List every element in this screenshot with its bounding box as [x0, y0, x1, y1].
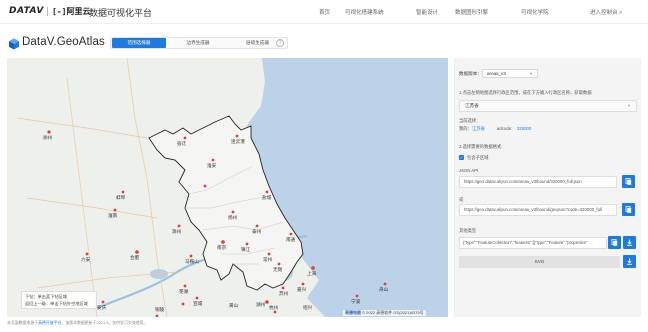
nav-academy[interactable]: 可视化学院 — [521, 8, 549, 16]
download-svg-button[interactable] — [623, 255, 636, 268]
copy-icon — [625, 178, 632, 185]
tab-boundary-generator[interactable]: 边界生成器 — [171, 38, 225, 48]
nav-graphics-engine[interactable]: 数据图形引擎 — [455, 8, 488, 16]
datav-logo[interactable]: DATAV — [9, 6, 44, 16]
logo-divider — [47, 7, 48, 16]
include-sub-checkbox[interactable]: ✓ — [459, 155, 464, 160]
chevron-down-icon: ▼ — [529, 71, 533, 76]
include-sub-label: 包含子区域 — [467, 155, 489, 160]
map-label-yangzhou: 扬州 — [228, 215, 238, 220]
map-label-shanghai: 上海 — [307, 271, 317, 276]
map-attribution: 高德地图 © 2022 高德软件 GS(2021)6375号 — [343, 310, 426, 316]
breadcrumb-region[interactable]: 江苏省 — [472, 126, 485, 132]
current-selection-label: 当前选择： — [459, 118, 481, 123]
hint-go-back: 返回上一级：单击下钻外空地区域 — [25, 301, 88, 306]
or-label: 或 — [459, 197, 464, 202]
map-label-tongling: 铜陵 — [155, 307, 165, 312]
breadcrumb-root[interactable]: 我的： — [459, 126, 472, 132]
road-network — [16, 58, 178, 317]
nav-console[interactable]: 进入控制台 > — [590, 8, 622, 16]
step1-instruction: 1.点击左侧地图选择行政区范围，或在下方输入行政区名称，获取数据 — [459, 90, 592, 95]
version-select[interactable]: areas_v3 ▼ — [482, 69, 538, 78]
data-source-footer: 本页面数据来源于高德开放平台，该版本数据更新于2021.5，仅供学习交流使用。 — [7, 320, 147, 326]
tool-tabs: 范围选择器 边界生成器 层级生成器 — [110, 37, 288, 49]
map-label-nanjing: 南京 — [217, 245, 227, 250]
help-icon[interactable]: ? — [276, 39, 284, 47]
platform-title: 数据可视化平台 — [89, 8, 153, 18]
download-json-button[interactable] — [623, 236, 636, 249]
map-label-taizhou: 泰州 — [252, 229, 262, 234]
map-basemap — [16, 58, 448, 317]
map-label-wuxi: 无锡 — [273, 267, 283, 272]
map-label-shaoxing: 绍兴 — [303, 305, 313, 310]
map-label-ningbo: 宁波 — [351, 299, 361, 304]
top-navigation: DATAV [-]阿里云 数据可视化平台 首页 可视化搭建系统 智能设计 数据图… — [0, 0, 648, 24]
geojson-url-field[interactable]: https://geo.datav.aliyun.com/areas_v3/bo… — [459, 204, 617, 216]
map-label-huaian: 淮安 — [207, 163, 217, 168]
copy-geojson-button[interactable] — [622, 203, 635, 216]
footer-suffix: ，该版本数据更新于2021.5，仅供学习交流使用。 — [61, 320, 148, 325]
map-label-hefei: 合肥 — [130, 255, 140, 260]
svg-export-button[interactable]: SVG — [459, 256, 620, 268]
json-api-label: JSON API — [459, 168, 479, 173]
region-value: 江苏省 — [465, 103, 479, 108]
map-canvas[interactable]: 徐州 连云港 宿迁 淮安 盐城 蚌埠 淮南 滁州 扬州 泰州 南通 南京 镇江 … — [7, 58, 448, 317]
copy-json-api-button[interactable] — [622, 175, 635, 188]
aliyun-logo-text: 阿里云 — [66, 7, 91, 16]
map-label-zhenjiang: 镇江 — [241, 247, 251, 252]
brand-title: DataV.GeoAtlas — [22, 36, 105, 48]
hint-drilldown: 下钻：单击蓝下钻区域 — [25, 294, 67, 299]
map-label-changzhou: 常州 — [263, 257, 273, 262]
json-api-url-field[interactable]: https://geo.datav.aliyun.com/areas_v3/bo… — [459, 176, 617, 188]
map-label-liuan: 六安 — [81, 257, 91, 262]
aliyun-logo-bracket: [-] — [52, 7, 67, 16]
copy-icon — [611, 239, 618, 246]
drilldown-hint: 下钻：单击蓝下钻区域 返回上一级：单击下钻外空地区域 — [21, 291, 97, 309]
footer-prefix: 本页面数据来源于 — [7, 320, 39, 325]
map-label-wuhu: 芜湖 — [179, 289, 189, 294]
map-label-xuzhou: 徐州 — [43, 135, 53, 140]
nav-builder[interactable]: 可视化搭建系统 — [345, 8, 384, 16]
version-value: areas_v3 — [487, 71, 506, 76]
adcode-label: adcode: — [497, 126, 513, 131]
geojson-code-preview[interactable]: {"type":"FeatureCollection","features":[… — [459, 237, 607, 249]
map-label-hangzhou: 杭州 — [269, 305, 279, 310]
map-label-suqian: 宿迁 — [177, 141, 187, 146]
download-icon — [627, 258, 632, 265]
map-label-jiaxing: 嘉兴 — [297, 287, 307, 292]
map-label-xuancheng: 宣城 — [193, 301, 203, 306]
download-icon — [627, 239, 632, 246]
copy-code-button[interactable] — [608, 236, 621, 249]
map-label-yancheng: 盐城 — [262, 195, 272, 200]
amap-open-platform-link[interactable]: 高德开放平台 — [38, 320, 61, 325]
tab-range-selector[interactable]: 范围选择器 — [112, 38, 166, 48]
map-label-huzhou: 湖州 — [256, 302, 266, 307]
attribution-text: © 2022 高德软件 GS(2021)6375号 — [362, 310, 424, 315]
map-label-suzhou: 苏州 — [279, 291, 289, 296]
nav-smart-design[interactable]: 智能设计 — [416, 8, 438, 16]
aliyun-logo[interactable]: [-]阿里云 — [52, 6, 90, 17]
map-label-huangshan: 黄山 — [229, 303, 239, 308]
geoatlas-logo-icon — [9, 38, 19, 50]
map-label-bengbu: 蚌埠 — [116, 195, 126, 200]
nav-home[interactable]: 首页 — [319, 8, 330, 16]
region-select[interactable]: 江苏省 ▼ — [459, 100, 637, 112]
map-label-huainan: 淮南 — [108, 213, 118, 218]
other-types-label: 其他类型 — [459, 228, 477, 233]
version-label: 数据版本： — [459, 71, 482, 76]
copy-icon — [625, 206, 632, 213]
adcode-value: 320000 — [517, 126, 532, 131]
data-panel: 数据版本： areas_v3 ▼ 1.点击左侧地图选择行政区范围，或在下方输入行… — [454, 58, 641, 317]
map-label-nantong: 南通 — [286, 237, 296, 242]
map-label-lianyungang: 连云港 — [231, 139, 245, 144]
map-label-chuzhou: 滁州 — [172, 229, 182, 234]
step2-instruction: 2.选择需要的数据格式 — [459, 144, 502, 149]
map-label-anqing: 安庆 — [97, 305, 107, 310]
map-label-zhoushan: 舟山 — [379, 287, 389, 292]
map-label-maanshan: 马鞍山 — [185, 259, 199, 264]
amap-logo[interactable]: 高德地图 — [345, 310, 361, 315]
chevron-down-icon: ▼ — [627, 103, 631, 108]
